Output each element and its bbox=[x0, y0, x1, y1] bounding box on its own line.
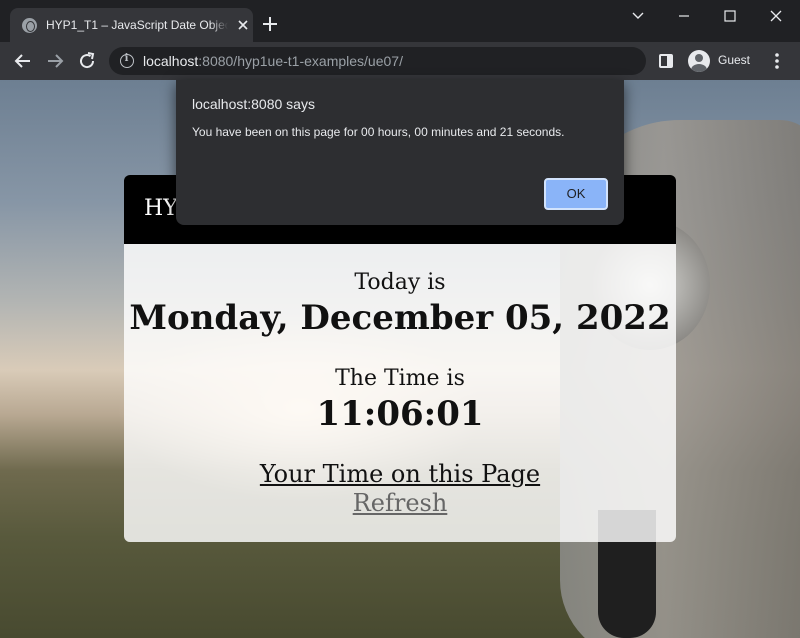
reload-icon[interactable] bbox=[76, 50, 98, 72]
date-card: HYP1_T1 Today is Monday, December 05, 20… bbox=[124, 175, 676, 542]
dialog-title: localhost:8080 says bbox=[192, 96, 315, 112]
date-value: Monday, December 05, 2022 bbox=[129, 298, 671, 338]
time-on-page-link[interactable]: Your Time on this Page bbox=[124, 460, 676, 488]
arrow-right-icon[interactable] bbox=[44, 50, 66, 72]
tab-title: HYP1_T1 – JavaScript Date Object bbox=[46, 18, 228, 32]
arrow-left-icon[interactable] bbox=[12, 50, 34, 72]
ok-button[interactable]: OK bbox=[544, 178, 608, 210]
profile-name: Guest bbox=[718, 53, 751, 67]
refresh-link[interactable]: Refresh bbox=[124, 489, 676, 517]
time-value: 11:06:01 bbox=[316, 394, 484, 434]
plus-icon[interactable] bbox=[261, 15, 279, 33]
close-icon[interactable] bbox=[235, 17, 251, 33]
dialog-message: You have been on this page for 00 hours,… bbox=[192, 125, 565, 139]
alert-dialog: localhost:8080 says You have been on thi… bbox=[176, 80, 624, 225]
browser-titlebar: HYP1_T1 – JavaScript Date Object bbox=[0, 0, 800, 42]
three-dots-icon[interactable] bbox=[770, 51, 784, 71]
url-text[interactable]: localhost:8080/hyp1ue-t1-examples/ue07/ bbox=[143, 53, 403, 69]
time-label: The Time is bbox=[335, 366, 465, 391]
info-icon[interactable] bbox=[120, 53, 134, 68]
card-body: Today is Monday, December 05, 2022 The T… bbox=[124, 244, 676, 542]
close-window-icon[interactable] bbox=[758, 4, 794, 28]
profile-button[interactable]: Guest bbox=[686, 48, 758, 74]
browser-tab[interactable]: HYP1_T1 – JavaScript Date Object bbox=[10, 8, 253, 42]
minimize-icon[interactable] bbox=[666, 4, 702, 28]
today-label: Today is bbox=[354, 270, 446, 295]
avatar bbox=[688, 50, 710, 72]
chevron-down-icon[interactable] bbox=[620, 4, 656, 28]
maximize-icon[interactable] bbox=[712, 4, 748, 28]
browser-toolbar: localhost:8080/hyp1ue-t1-examples/ue07/ … bbox=[0, 42, 800, 80]
side-panel-icon[interactable] bbox=[659, 54, 673, 68]
address-bar[interactable]: localhost:8080/hyp1ue-t1-examples/ue07/ bbox=[109, 47, 646, 75]
globe-icon bbox=[22, 18, 37, 33]
